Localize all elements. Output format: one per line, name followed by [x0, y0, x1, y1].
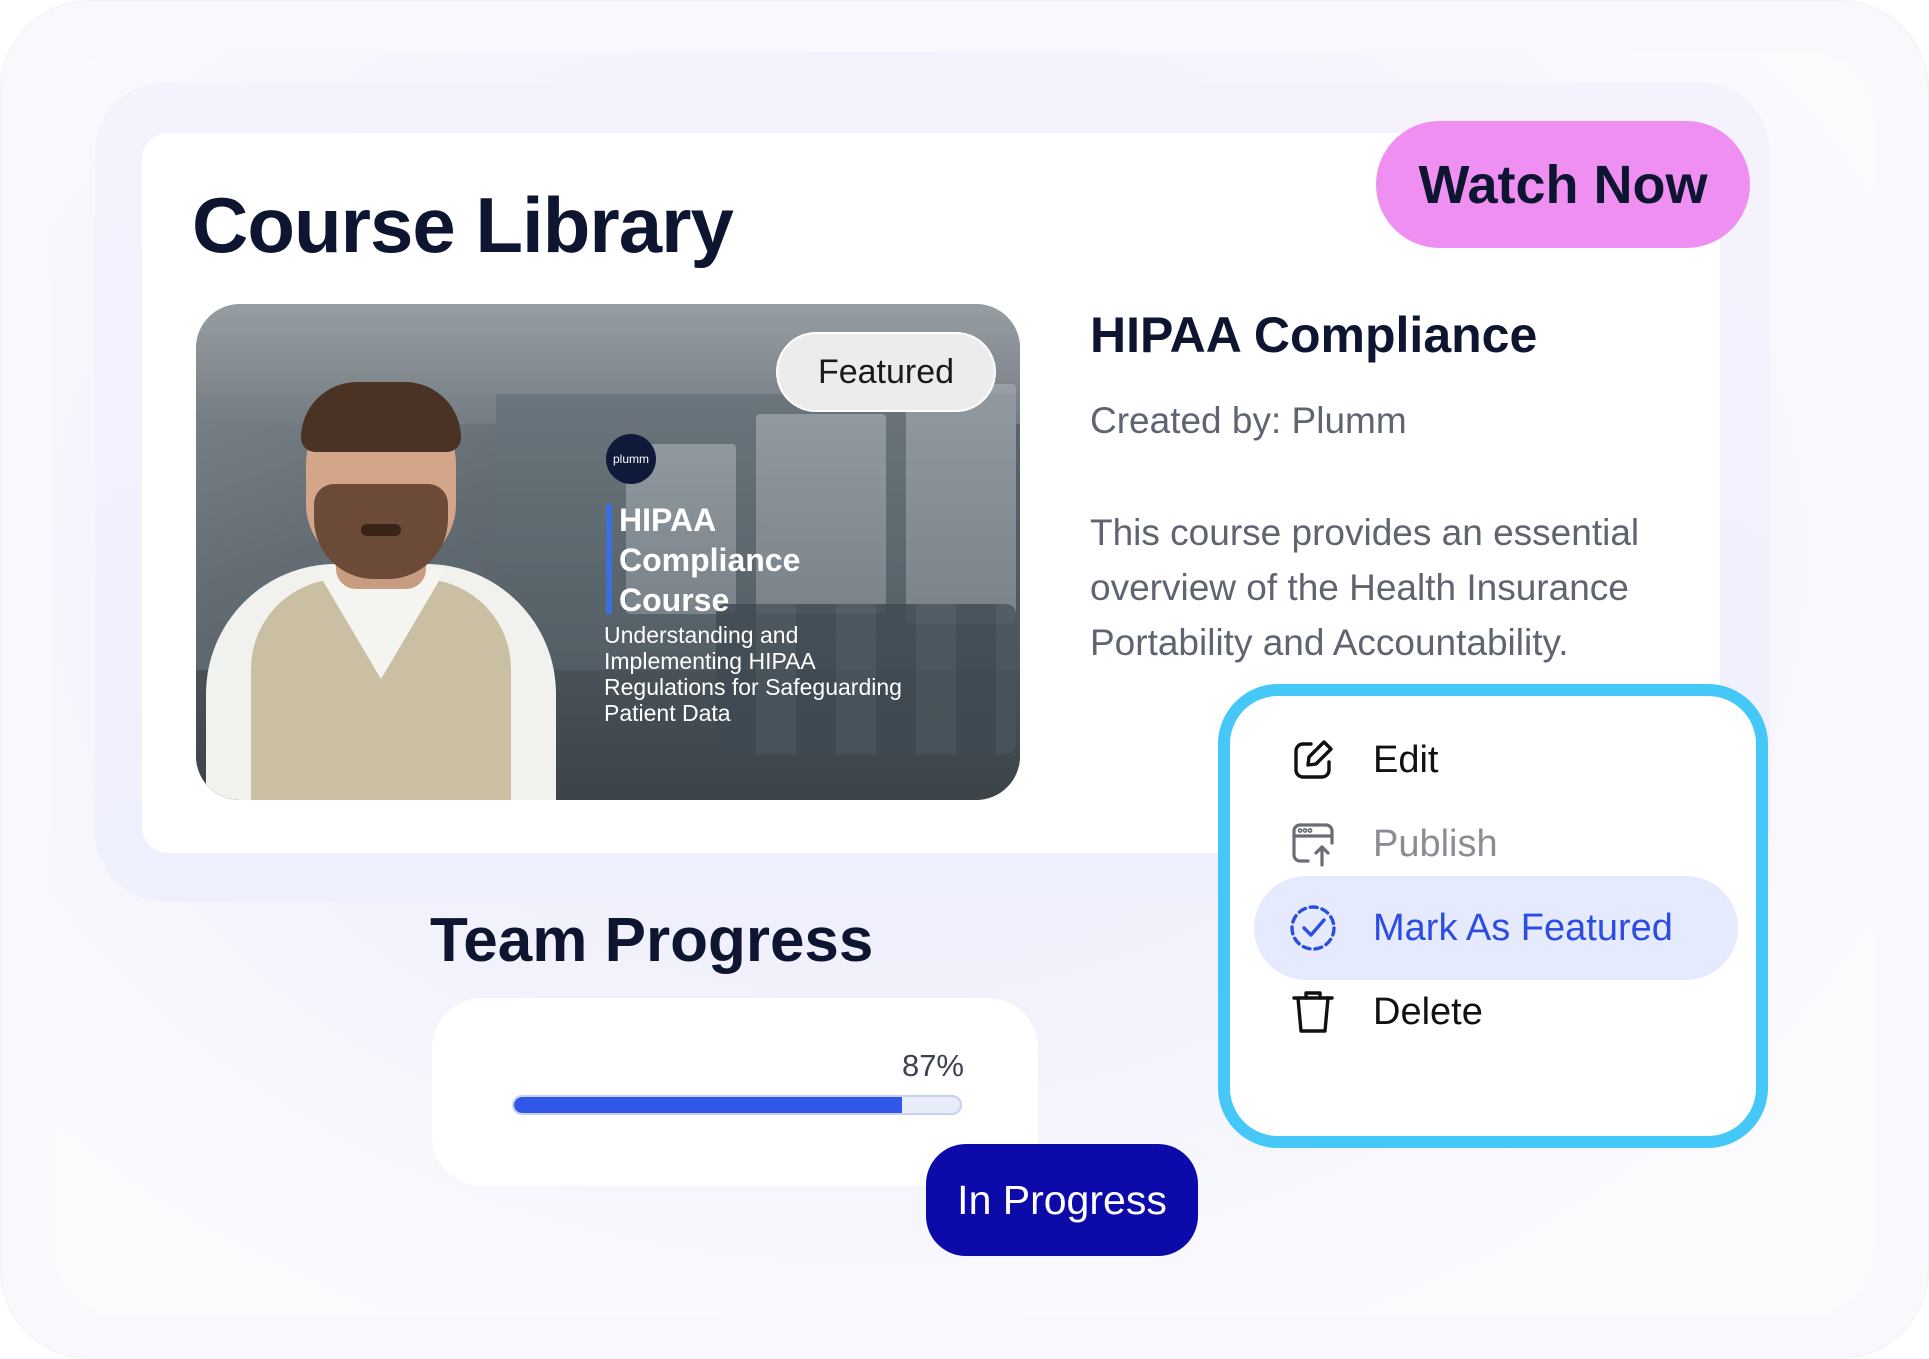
menu-item-label: Edit — [1373, 738, 1439, 781]
presenter-mouth — [361, 524, 401, 536]
status-badge[interactable]: In Progress — [926, 1144, 1198, 1256]
menu-item-label: Mark As Featured — [1373, 906, 1673, 949]
context-menu: Edit Publish Mark As Featured Delete — [1218, 684, 1768, 1148]
progress-percent: 87% — [901, 1048, 964, 1083]
plumm-logo: plumm — [606, 434, 656, 484]
thumbnail-accent-bar — [606, 504, 612, 614]
menu-item-label: Publish — [1373, 822, 1498, 865]
thumbnail-title: HIPAA Compliance Course — [619, 502, 801, 618]
trash-icon — [1287, 986, 1339, 1038]
team-progress-title: Team Progress — [430, 906, 874, 975]
thumbnail-subtitle: Understanding and Implementing HIPAA Reg… — [604, 622, 902, 726]
presenter-avatar — [196, 364, 566, 800]
course-title: HIPAA Compliance — [1090, 307, 1538, 363]
progress-bar — [512, 1095, 962, 1115]
page-title: Course Library — [192, 181, 734, 269]
check-circle-icon — [1287, 902, 1339, 954]
menu-item-label: Delete — [1373, 990, 1483, 1033]
course-description: This course provides an essential overvi… — [1090, 512, 1640, 663]
course-creator: Created by: Plumm — [1090, 400, 1407, 441]
course-thumbnail[interactable]: Featured plumm HIPAA Compliance Course U… — [196, 304, 1020, 800]
publish-icon — [1287, 818, 1339, 870]
menu-item-delete[interactable]: Delete — [1254, 960, 1738, 1064]
edit-icon — [1287, 734, 1339, 786]
presenter-hair — [301, 382, 461, 452]
progress-fill — [514, 1097, 903, 1113]
featured-badge: Featured — [776, 332, 996, 412]
watch-now-button[interactable]: Watch Now — [1376, 121, 1750, 248]
